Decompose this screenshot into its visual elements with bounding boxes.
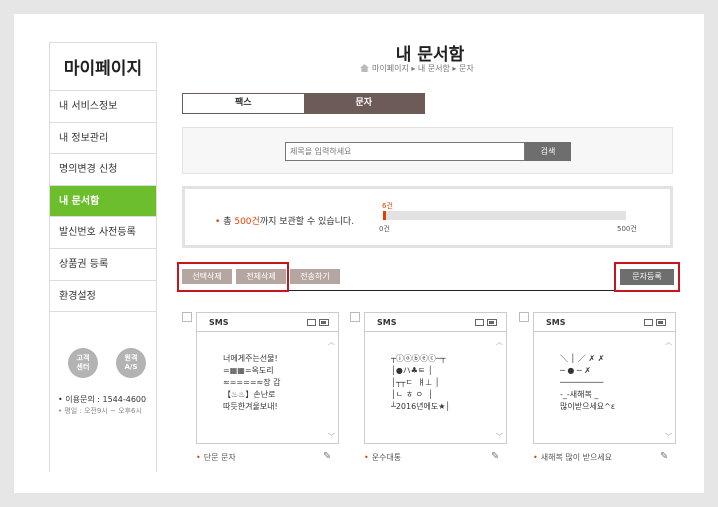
scroll-up-icon[interactable]: ︿ [328, 337, 335, 347]
bullet: • [533, 453, 538, 462]
card-preview[interactable]: SMS ┬ⓘⓞⓑⓔⓒ─┬ │●ハ♣ㅌ │ │┬┬ㄷ ㅒ⊥ │ │ㄴ ㅎ ㅇ │ … [364, 312, 507, 444]
storage-limit: 500건 [234, 217, 260, 227]
storage-bar-min: 0건 [379, 225, 390, 233]
card-type: SMS [546, 318, 566, 327]
page-title: 내 문서함 [395, 45, 465, 65]
scroll-up-icon[interactable]: ︿ [496, 337, 503, 347]
support-phone-text: 이용문의 : 1544-4600 [65, 395, 147, 404]
card-body: 너에게주는선물! =▦▦=옥도리 ≈====≈장 갑 【♨♨】손난로 따듯한겨울… [197, 333, 338, 444]
card-header: SMS [197, 313, 338, 332]
sidebar-title: 마이페이지 [50, 43, 156, 91]
tab-fax[interactable]: 팩스 [183, 94, 304, 113]
scroll-down-icon[interactable]: ﹀ [328, 432, 335, 442]
tab-sms[interactable]: 문자 [303, 94, 424, 113]
sidebar-item-settings[interactable]: 환경설정 [50, 281, 156, 313]
battery-icon [319, 319, 329, 326]
card-body: ┬ⓘⓞⓑⓔⓒ─┬ │●ハ♣ㅌ │ │┬┬ㄷ ㅒ⊥ │ │ㄴ ㅎ ㅇ │ ┴201… [365, 333, 506, 444]
sidebar-item-gift-card[interactable]: 상품권 등록 [50, 249, 156, 281]
battery-icon [487, 319, 497, 326]
sidebar-item-my-documents[interactable]: 내 문서함 [50, 185, 156, 218]
sms-card: SMS ┬ⓘⓞⓑⓔⓒ─┬ │●ハ♣ㅌ │ │┬┬ㄷ ㅒ⊥ │ │ㄴ ㅎ ㅇ │ … [350, 312, 522, 464]
breadcrumb-text: 마이페이지 ▸ 내 문서함 ▸ 문자 [372, 64, 474, 73]
send-button[interactable]: 전송하기 [290, 269, 340, 284]
card-preview[interactable]: SMS 너에게주는선물! =▦▦=옥도리 ≈====≈장 갑 【♨♨】손난로 따… [196, 312, 339, 444]
sms-card: SMS 너에게주는선물! =▦▦=옥도리 ≈====≈장 갑 【♨♨】손난로 따… [182, 312, 354, 464]
pencil-icon[interactable]: ✎ [491, 452, 503, 462]
scroll-down-icon[interactable]: ﹀ [665, 432, 672, 442]
card-header: SMS [534, 313, 675, 332]
remote-support-label: 원격 A/S [124, 354, 138, 371]
customer-center-label: 고객 센터 [76, 354, 90, 371]
sms-card: SMS ＼ │ ／ ✗ ✗ ─ ● ─ ✗ ───────── -_-새해복 _… [519, 312, 691, 464]
sidebar-item-service-info[interactable]: 내 서비스정보 [50, 91, 156, 123]
storage-bar-fill [383, 211, 386, 220]
envelope-icon [644, 319, 653, 326]
storage-suffix: 까지 보관할 수 있습니다. [259, 217, 355, 227]
card-header: SMS [365, 313, 506, 332]
sidebar-item-account[interactable]: 내 정보관리 [50, 123, 156, 155]
storage-bar [383, 211, 626, 220]
pencil-icon[interactable]: ✎ [323, 452, 335, 462]
doc-type-tabs: 팩스 문자 [182, 93, 425, 114]
card-name-text: 운수대통 [371, 453, 402, 462]
card-name: • 새해복 많이 받으세요 [533, 452, 612, 463]
card-message: ＼ │ ／ ✗ ✗ ─ ● ─ ✗ ───────── -_-새해복 _ 많이받… [560, 354, 616, 411]
card-name-text: 새해복 많이 받으세요 [540, 453, 613, 462]
storage-used-count: 6건 [382, 202, 393, 210]
card-name-text: 단문 문자 [203, 453, 236, 462]
storage-text: • 총 500건까지 보관할 수 있습니다. [215, 214, 354, 227]
pencil-icon[interactable]: ✎ [660, 452, 672, 462]
bullet: • [215, 217, 221, 227]
search-button[interactable]: 검색 [525, 142, 571, 161]
highlight-register-button [614, 262, 680, 292]
card-name: • 단문 문자 [196, 452, 236, 463]
search-area: 검색 [182, 127, 673, 174]
bullet: • [364, 453, 369, 462]
breadcrumb: 마이페이지 ▸ 내 문서함 ▸ 문자 [360, 63, 474, 74]
remote-support-button[interactable]: 원격 A/S [116, 348, 146, 378]
envelope-icon [307, 319, 316, 326]
support-phone: • 이용문의 : 1544-4600 [58, 395, 147, 404]
sidebar-item-name-change[interactable]: 명의변경 신청 [50, 154, 156, 186]
storage-info: • 총 500건까지 보관할 수 있습니다. 6건 0건 500건 [182, 186, 673, 248]
search-input[interactable] [285, 142, 525, 161]
card-checkbox[interactable] [182, 312, 192, 322]
card-type: SMS [377, 318, 397, 327]
home-icon[interactable] [360, 64, 369, 72]
bullet: • [196, 453, 201, 462]
card-preview[interactable]: SMS ＼ │ ／ ✗ ✗ ─ ● ─ ✗ ───────── -_-새해복 _… [533, 312, 676, 444]
customer-center-button[interactable]: 고객 센터 [68, 348, 98, 378]
scroll-up-icon[interactable]: ︿ [665, 337, 672, 347]
envelope-icon [475, 319, 484, 326]
card-name: • 운수대통 [364, 452, 401, 463]
card-type: SMS [209, 318, 229, 327]
highlight-delete-buttons [177, 262, 289, 292]
card-message: ┬ⓘⓞⓑⓔⓒ─┬ │●ハ♣ㅌ │ │┬┬ㄷ ㅒ⊥ │ │ㄴ ㅎ ㅇ │ ┴201… [391, 354, 451, 411]
support-buttons: 고객 센터 원격 A/S [60, 348, 150, 378]
support-hours-text: 평일 : 오전9시 ~ 오후6시 [64, 407, 142, 415]
support-hours: • 평일 : 오전9시 ~ 오후6시 [58, 407, 142, 415]
card-checkbox[interactable] [519, 312, 529, 322]
battery-icon [656, 319, 666, 326]
sidebar-item-sender-number[interactable]: 발신번호 사전등록 [50, 217, 156, 249]
storage-bar-max: 500건 [617, 225, 637, 233]
sidebar: 마이페이지 내 서비스정보 내 정보관리 명의변경 신청 내 문서함 발신번호 … [49, 42, 157, 472]
card-body: ＼ │ ／ ✗ ✗ ─ ● ─ ✗ ───────── -_-새해복 _ 많이받… [534, 333, 675, 444]
card-checkbox[interactable] [350, 312, 360, 322]
scroll-down-icon[interactable]: ﹀ [496, 432, 503, 442]
card-message: 너에게주는선물! =▦▦=옥도리 ≈====≈장 갑 【♨♨】손난로 따듯한겨울… [223, 354, 281, 411]
storage-prefix: 총 [223, 217, 235, 227]
